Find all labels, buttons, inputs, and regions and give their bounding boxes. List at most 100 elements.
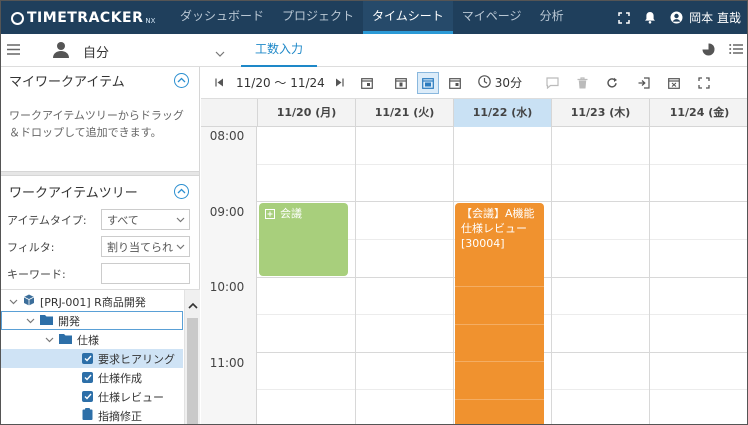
nav-item-project[interactable]: プロジェクト [273, 1, 363, 34]
time-column: 08:00 09:00 10:00 11:00 [201, 127, 257, 424]
import-icon[interactable] [638, 72, 650, 94]
tree-node-label: 開発 [58, 314, 80, 328]
cube-icon [23, 294, 35, 309]
calendar-day-header: 11/20 (月) 11/21 (火) 11/22 (水) 11/23 (木) … [201, 99, 747, 127]
chevron-up-icon[interactable] [188, 298, 198, 312]
time-label: 10:00 [209, 280, 245, 294]
event-meeting[interactable]: 会議 [259, 203, 348, 276]
menu-icon[interactable] [7, 44, 20, 58]
nav-item-dashboard[interactable]: ダッシュボード [171, 1, 273, 34]
tree-title: ワークアイテムツリー [9, 185, 138, 201]
selected-user-label: 自分 [83, 45, 110, 61]
grid-line [551, 127, 552, 424]
tree-node-label: 仕様作成 [98, 371, 142, 385]
refresh-icon[interactable] [606, 72, 618, 94]
app-logo[interactable]: TIMETRACKER NX [11, 8, 155, 28]
chevron-down-icon [176, 240, 185, 253]
comment-icon[interactable] [546, 72, 559, 94]
date-range-label: 11/20 ～ 11/24 [236, 76, 325, 90]
user-name[interactable]: 岡本 直哉 [689, 9, 741, 26]
calendar-close-icon[interactable] [668, 72, 680, 94]
filter-row-filter: フィルタ: 割り当てられ [1, 233, 199, 260]
select-value: すべて [107, 213, 139, 227]
scrollbar-thumb[interactable] [187, 318, 198, 424]
filter-label: アイテムタイプ: [7, 213, 87, 227]
event-spec-review[interactable]: 【会議】A機能仕様レビュー[30004] [455, 203, 544, 424]
tree-node-spec[interactable]: 仕様 [45, 330, 99, 349]
grid-line [453, 127, 454, 424]
filter-row-keyword: キーワード: [1, 260, 199, 287]
person-icon [53, 41, 69, 61]
item-type-select[interactable]: すべて [101, 209, 190, 230]
nav-item-timesheet[interactable]: タイムシート [363, 1, 453, 34]
nav-right-tools: 岡本 直哉 [604, 1, 741, 34]
mywork-title: マイワークアイテム [9, 74, 125, 90]
grid-line [649, 127, 650, 424]
grid-line [257, 201, 747, 202]
chevron-down-icon[interactable] [9, 295, 18, 308]
day-header-tue[interactable]: 11/21 (火) [355, 99, 453, 127]
tree-node-label: [PRJ-001] R商品開発 [40, 295, 146, 309]
bell-icon[interactable] [644, 11, 656, 24]
collapse-up-icon[interactable] [174, 183, 189, 199]
day-header-thu[interactable]: 11/23 (木) [551, 99, 649, 127]
app-window: TIMETRACKER NX ダッシュボード プロジェクト タイムシート マイペ… [0, 0, 748, 425]
skip-previous-icon[interactable] [215, 72, 224, 94]
tree-node-fix[interactable]: 指摘修正 [82, 406, 142, 424]
chevron-down-icon[interactable] [26, 314, 35, 327]
checkbox-checked-icon[interactable] [82, 391, 93, 402]
time-label: 08:00 [209, 129, 245, 143]
interval-selector[interactable]: 30分 [477, 72, 523, 94]
work-item-tree: [PRJ-001] R商品開発 開発 仕様 要求ヒアリング 仕様作成 仕様レビュ… [1, 289, 200, 424]
day-header-fri[interactable]: 11/24 (金) [649, 99, 747, 127]
expand-plus-icon [265, 208, 275, 223]
tree-node-dev[interactable]: 開発 [1, 311, 183, 330]
chevron-down-icon[interactable] [45, 333, 54, 346]
calendar-today-icon[interactable] [356, 72, 378, 94]
grid-line [257, 164, 747, 165]
calendar-grid[interactable]: 08:00 09:00 10:00 11:00 会議 【会議】A機能仕様レビュー… [201, 127, 747, 424]
collapse-up-icon[interactable] [174, 72, 189, 88]
tree-node-label: 指摘修正 [98, 409, 142, 423]
mywork-header: マイワークアイテム [1, 67, 199, 93]
keyword-input[interactable] [101, 263, 190, 284]
chevron-down-icon[interactable] [215, 46, 225, 60]
interval-label: 30分 [494, 76, 523, 90]
skip-next-icon[interactable] [335, 72, 344, 94]
filter-row-item-type: アイテムタイプ: すべて [1, 206, 199, 233]
tree-header: ワークアイテムツリー [1, 176, 199, 206]
nav-item-analysis[interactable]: 分析 [531, 1, 573, 34]
day-view-icon[interactable] [390, 72, 412, 94]
trash-icon[interactable] [577, 72, 588, 94]
filter-label: キーワード: [7, 267, 66, 281]
day-header-wed[interactable]: 11/22 (水) [453, 99, 551, 127]
nav-item-mypage[interactable]: マイページ [453, 1, 531, 34]
logo-text: TIMETRACKER [27, 10, 144, 26]
filter-label: フィルタ: [7, 240, 55, 254]
filter-select[interactable]: 割り当てられ [101, 236, 190, 257]
time-label: 11:00 [209, 356, 245, 370]
list-icon[interactable] [729, 43, 743, 59]
main-nav: ダッシュボード プロジェクト タイムシート マイページ 分析 [171, 1, 573, 34]
fullscreen-icon[interactable] [618, 11, 630, 24]
tree-node-spec-create[interactable]: 仕様作成 [82, 368, 142, 387]
tree-node-requirements[interactable]: 要求ヒアリング [1, 349, 183, 368]
week-view-icon[interactable] [416, 71, 439, 94]
expand-icon[interactable] [698, 72, 710, 94]
checkbox-checked-icon[interactable] [82, 372, 93, 383]
user-selector[interactable]: 自分 [53, 41, 109, 61]
month-view-icon[interactable] [444, 72, 466, 94]
sub-toolbar: 自分 工数入力 [1, 34, 747, 67]
pie-chart-icon[interactable] [702, 43, 715, 59]
user-avatar-icon[interactable] [670, 11, 683, 24]
time-label: 09:00 [209, 205, 245, 219]
clock-icon [477, 74, 491, 91]
tree-node-project[interactable]: [PRJ-001] R商品開発 [9, 292, 146, 311]
event-divider [455, 399, 544, 400]
tab-effort-input[interactable]: 工数入力 [241, 34, 318, 67]
checkbox-checked-icon[interactable] [82, 353, 93, 364]
tree-node-spec-review[interactable]: 仕様レビュー [82, 387, 164, 406]
day-header-mon[interactable]: 11/20 (月) [257, 99, 355, 127]
tree-scrollbar[interactable] [184, 290, 200, 424]
folder-icon [40, 314, 53, 328]
